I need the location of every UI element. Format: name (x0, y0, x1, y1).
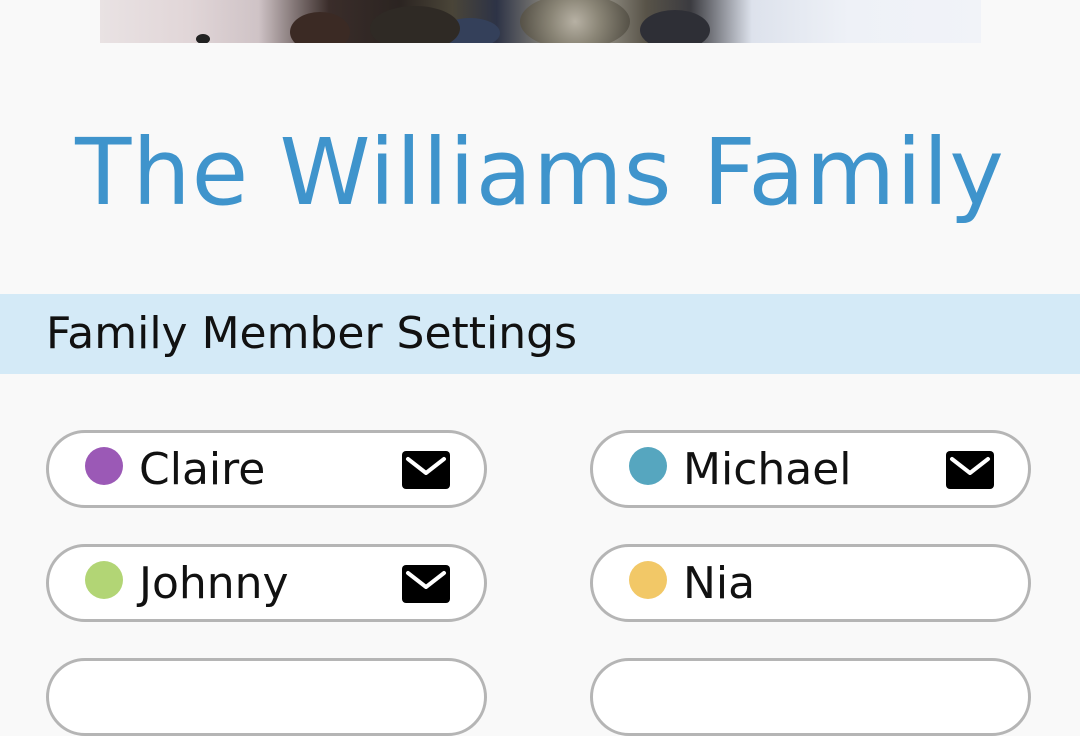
member-pill-johnny[interactable]: Johnny (46, 544, 487, 622)
family-title: The Williams Family (75, 119, 1005, 226)
member-name: Nia (683, 558, 756, 609)
family-photo (100, 0, 981, 43)
member-color-dot (85, 561, 123, 599)
member-name: Claire (139, 444, 266, 495)
member-color-dot (629, 561, 667, 599)
member-color-dot (85, 447, 123, 485)
member-color-dot (629, 447, 667, 485)
member-pill-nia[interactable]: Nia (590, 544, 1031, 622)
section-title: Family Member Settings (46, 308, 578, 359)
member-pill[interactable] (46, 658, 487, 736)
section-header: Family Member Settings (0, 294, 1080, 374)
member-pill[interactable] (590, 658, 1031, 736)
envelope-icon[interactable] (945, 448, 995, 492)
member-name: Johnny (139, 558, 289, 609)
envelope-icon[interactable] (401, 448, 451, 492)
envelope-icon[interactable] (401, 562, 451, 606)
member-name: Michael (683, 444, 852, 495)
member-pill-claire[interactable]: Claire (46, 430, 487, 508)
member-pill-michael[interactable]: Michael (590, 430, 1031, 508)
